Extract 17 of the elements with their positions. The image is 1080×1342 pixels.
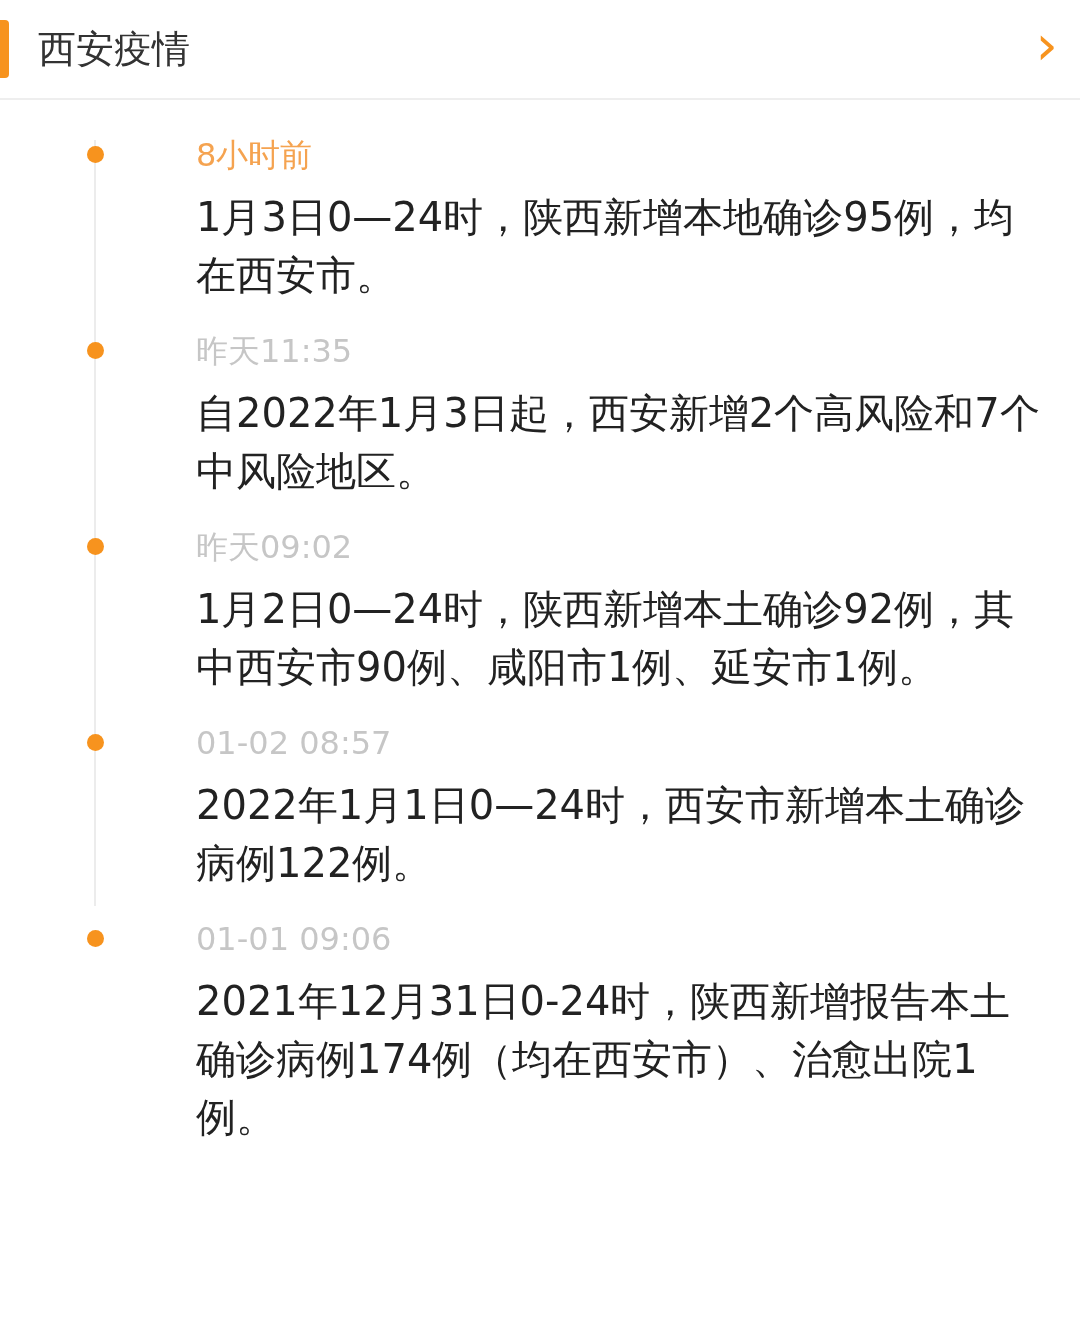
timestamp: 01-01 09:06	[196, 919, 392, 960]
timestamp: 01-02 08:57	[196, 723, 392, 764]
news-text[interactable]: 1月3日0—24时，陕西新增本地确诊95例，均在西安市。	[196, 188, 1046, 304]
news-text[interactable]: 1月2日0—24时，陕西新增本土确诊92例，其中西安市90例、咸阳市1例、延安市1例。	[196, 580, 1046, 696]
news-text[interactable]: 2021年12月31日0-24时，陕西新增报告本土确诊病例174例（均在西安市）、治愈出院1例。	[196, 972, 1046, 1146]
timestamp: 昨天09:02	[196, 527, 353, 568]
timeline-dot-icon	[87, 734, 104, 751]
news-text[interactable]: 2022年1月1日0—24时，西安市新增本土确诊病例122例。	[196, 776, 1046, 892]
section-title: 西安疫情	[38, 25, 190, 73]
timeline-dot-icon	[87, 538, 104, 555]
timeline-dot-icon	[87, 342, 104, 359]
timestamp: 8小时前	[196, 135, 313, 176]
accent-bar	[0, 20, 9, 78]
timeline-dot-icon	[87, 930, 104, 947]
news-text[interactable]: 自2022年1月3日起，西安新增2个高风险和7个中风险地区。	[196, 384, 1046, 500]
timeline-dot-icon	[87, 146, 104, 163]
timestamp: 昨天11:35	[196, 331, 353, 372]
